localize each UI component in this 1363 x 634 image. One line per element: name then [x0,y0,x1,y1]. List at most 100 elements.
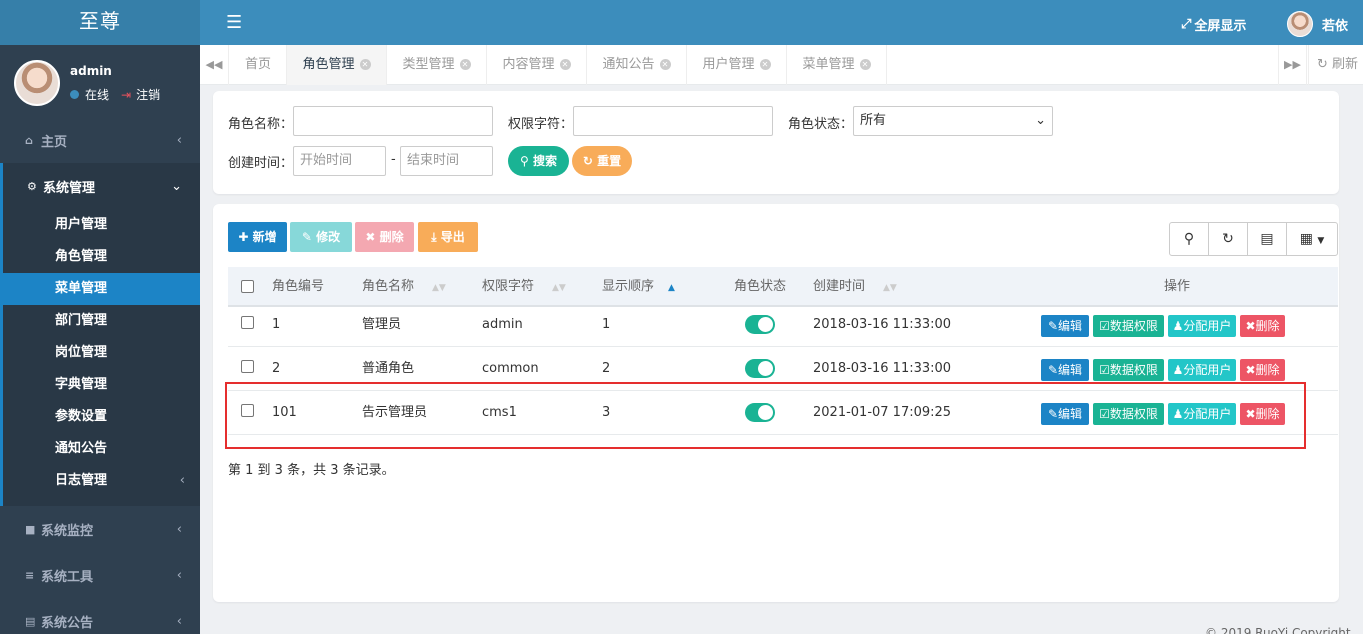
sidebar-item-posts[interactable]: 岗位管理 [3,337,200,369]
export-button[interactable]: ⤓ 导出 [418,222,478,252]
top-user-avatar[interactable] [1287,11,1313,37]
user-avatar[interactable] [14,60,60,106]
add-button[interactable]: ✚ 新增 [228,222,287,252]
col-role-name[interactable]: 角色名称 ▲▼ [362,267,446,308]
close-icon[interactable]: ✕ [759,59,771,70]
sidebar-item-users[interactable]: 用户管理 [3,209,200,241]
close-icon: ✖ [365,230,376,244]
search-button-label: 搜索 [532,154,557,168]
select-all-checkbox[interactable] [241,280,254,293]
sort-asc-icon: ▲ [668,283,675,293]
tab-home[interactable]: 首页 [230,45,287,85]
row-edit-button[interactable]: ✎编辑 [1041,315,1089,337]
tab-users[interactable]: 用户管理 ✕ [687,45,787,85]
sidebar-item-roles[interactable]: 角色管理 [3,241,200,273]
fullscreen-button[interactable]: ⤢ 全屏显示 [1181,15,1246,34]
cell-role-key: admin [482,317,523,332]
pagination-info: 第 1 到 3 条，共 3 条记录。 [228,463,395,478]
tab-label: 角色管理 [302,57,355,72]
sidebar-item-logs[interactable]: 日志管理 ‹ [3,465,200,497]
reset-button[interactable]: ↻ 重置 [572,146,632,176]
menu-notice[interactable]: ▤ 系统公告 ‹ [0,598,200,634]
menu-monitor[interactable]: ■ 系统监控 ‹ [0,506,200,552]
role-name-input[interactable] [293,106,493,136]
sidebar-item-config[interactable]: 参数设置 [3,401,200,433]
menu-tools[interactable]: ≡ 系统工具 ‹ [0,552,200,598]
close-icon[interactable]: ✕ [859,59,871,70]
row-assign-user-button[interactable]: ♟分配用户 [1168,315,1236,337]
page-tabs-bar: ◀◀ 首页 角色管理 ✕ 类型管理 ✕ 内容管理 ✕ 通知公告 ✕ 用户管理 ✕ 菜单管理… [200,45,1363,85]
col-order[interactable]: 显示顺序 ▲ [602,267,675,308]
logout-link[interactable]: 注销 [136,86,160,103]
sidebar-item-logs-label: 日志管理 [55,473,108,488]
row-checkbox[interactable] [241,316,254,329]
toggle-search-button[interactable]: ⚲ [1169,222,1209,256]
tabs-scroll-right-icon[interactable]: ▶▶ [1278,45,1307,85]
role-status-select[interactable]: 所有 ⌄ [853,106,1053,136]
sidebar-item-notice[interactable]: 通知公告 [3,433,200,465]
menu-notice-label: 系统公告 [41,615,94,631]
menu-tools-label: 系统工具 [41,569,94,585]
end-time-input[interactable]: 结束时间 [400,146,493,176]
date-separator: - [391,152,396,167]
role-key-input[interactable] [573,106,773,136]
edit-button[interactable]: ✎ 修改 [290,222,352,252]
card-view-button[interactable]: ▤ [1247,222,1287,256]
tab-menus[interactable]: 菜单管理 ✕ [787,45,887,85]
col-created[interactable]: 创建时间 ▲▼ [813,267,897,308]
cell-created: 2018-03-16 11:33:00 [813,317,952,332]
row-delete-button[interactable]: ✖删除 [1240,315,1285,337]
columns-button[interactable]: ▦ ▼ [1286,222,1338,256]
menu-toggle-icon[interactable]: ☰ [226,12,242,33]
row-checkbox[interactable] [241,360,254,373]
row-assign-user-button[interactable]: ♟分配用户 [1168,359,1236,381]
chevron-left-icon: ‹ [179,473,185,488]
top-navbar: ☰ ⤢ 全屏显示 若依 [200,0,1363,45]
row-edit-button[interactable]: ✎编辑 [1041,359,1089,381]
tab-types[interactable]: 类型管理 ✕ [387,45,487,85]
top-user-name[interactable]: 若依 [1322,15,1348,34]
tabs-scroll-left-icon[interactable]: ◀◀ [200,45,229,85]
sidebar-item-depts[interactable]: 部门管理 [3,305,200,337]
tab-notice[interactable]: 通知公告 ✕ [587,45,687,85]
close-icon[interactable]: ✕ [659,59,671,70]
delete-button[interactable]: ✖ 删除 [355,222,414,252]
refresh-tab-button[interactable]: ↻ 刷新 [1308,45,1363,85]
row-data-scope-button[interactable]: ☑数据权限 [1093,315,1164,337]
search-button[interactable]: ⚲ 搜索 [508,146,569,176]
created-time-label: 创建时间： [228,156,294,171]
sidebar-item-menus[interactable]: 菜单管理 [0,273,200,305]
row-edit-label: 编辑 [1058,319,1083,333]
refresh-table-button[interactable]: ↻ [1208,222,1248,256]
search-icon: ⚲ [520,154,529,168]
col-role-id[interactable]: 角色编号 [272,267,324,307]
sidebar-item-dict[interactable]: 字典管理 [3,369,200,401]
app-logo[interactable]: 至尊 [0,0,200,45]
row-assign-user-label: 分配用户 [1183,363,1232,377]
menu-home[interactable]: ⌂ 主页 ‹ [0,117,200,163]
tab-label: 用户管理 [702,57,755,72]
start-time-input[interactable]: 开始时间 [293,146,386,176]
col-role-key[interactable]: 权限字符 ▲▼ [482,267,566,308]
col-role-key-label: 权限字符 [482,279,535,294]
user-panel: admin 在线 ⇥ 注销 [0,45,200,117]
tab-label: 菜单管理 [802,57,855,72]
menu-system[interactable]: ⚙ 系统管理 ⌄ [3,163,200,209]
status-toggle[interactable] [745,315,775,334]
sidebar: 至尊 admin 在线 ⇥ 注销 ⌂ 主页 ‹ ⚙ 系统管理 ⌄ 用户管理 角色… [0,0,200,634]
logout-icon[interactable]: ⇥ [121,88,131,102]
menu-system-label: 系统管理 [43,180,96,196]
edit-icon: ✎ [301,230,312,244]
row-delete-label: 删除 [1255,319,1280,333]
tab-content[interactable]: 内容管理 ✕ [487,45,587,85]
row-delete-button[interactable]: ✖删除 [1240,359,1285,381]
expand-icon: ⤢ [1181,17,1192,32]
close-icon[interactable]: ✕ [559,59,571,70]
row-data-scope-button[interactable]: ☑数据权限 [1093,359,1164,381]
close-icon[interactable]: ✕ [359,59,371,70]
tab-roles[interactable]: 角色管理 ✕ [287,45,387,85]
close-icon[interactable]: ✕ [459,59,471,70]
newspaper-icon: ▤ [25,614,36,628]
plus-icon: ✚ [238,230,249,244]
status-toggle[interactable] [745,359,775,378]
